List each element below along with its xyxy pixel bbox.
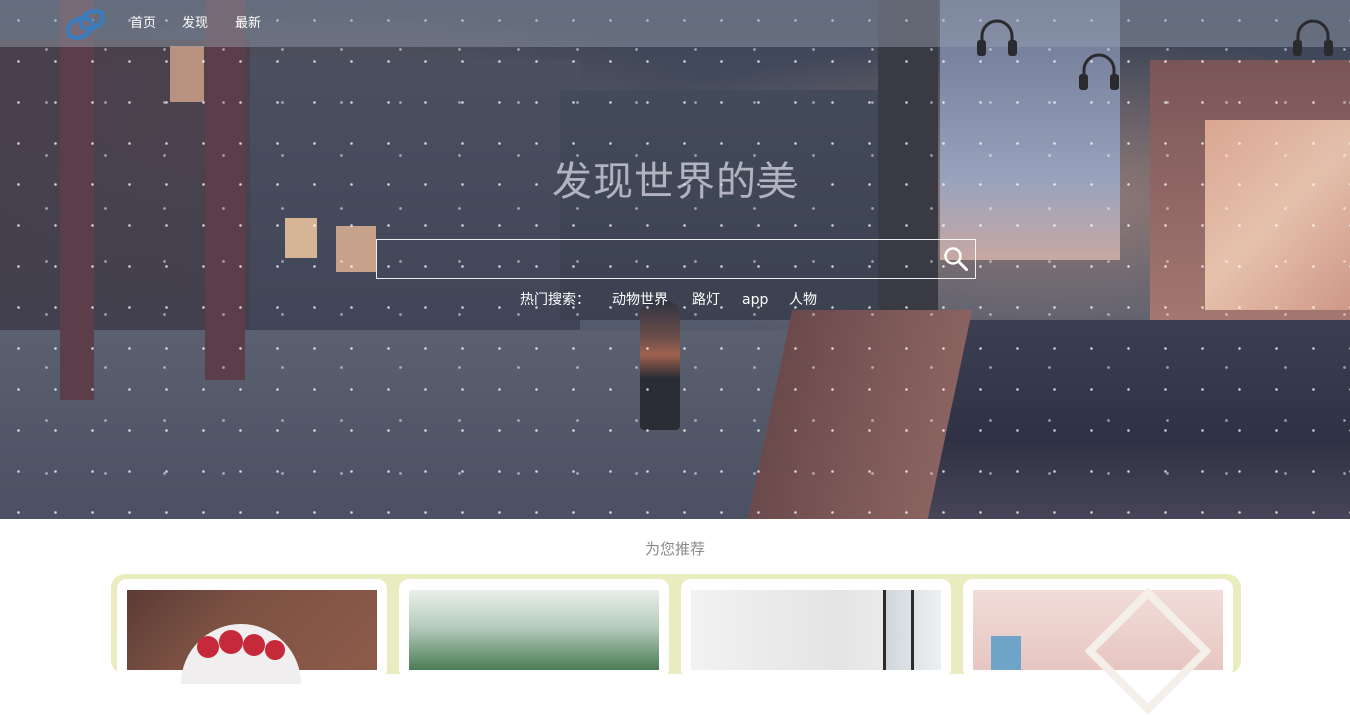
recommend-card[interactable] [681, 579, 951, 679]
berry-shape [265, 640, 285, 660]
search-input[interactable] [377, 240, 937, 278]
poster-shape [991, 636, 1021, 670]
hot-search-item[interactable]: 动物世界 [612, 290, 668, 310]
recommend-card-strip [111, 574, 1241, 715]
berry-shape [219, 630, 243, 654]
recommend-card[interactable] [399, 579, 669, 679]
recommend-section-title: 为您推荐 [644, 540, 705, 558]
berry-shape [243, 634, 265, 656]
nav-latest-link[interactable]: 最新 [235, 15, 261, 33]
raspberry-bowl-photo [127, 590, 377, 684]
hot-search-item[interactable]: 路灯 [692, 290, 720, 310]
recommend-card[interactable] [963, 579, 1233, 715]
white-room-window-photo [691, 590, 941, 670]
hero-title: 发现世界的美 [552, 159, 798, 205]
nav-home-link[interactable]: 首页 [130, 15, 156, 33]
hero-banner: 首页 发现 最新 发现世界的美 热门搜索： 动物世界 路灯 app 人物 [0, 0, 1350, 519]
headphones-icon [1079, 53, 1119, 90]
hot-search-label: 热门搜索： [520, 292, 590, 308]
search-icon[interactable] [943, 246, 969, 272]
hot-search-item[interactable]: app [742, 290, 768, 310]
berry-shape [197, 636, 219, 658]
frame-shape [1084, 587, 1212, 715]
recommend-card[interactable] [117, 579, 387, 684]
nav-discover-link[interactable]: 发现 [182, 15, 208, 33]
headphones-icon [1293, 19, 1333, 56]
search-box [376, 239, 976, 279]
logo-icon[interactable] [62, 6, 108, 42]
pink-wall-frame-photo [973, 587, 1223, 715]
headphones-icon [977, 19, 1017, 56]
green-plant-photo [409, 590, 659, 670]
hot-search-item[interactable]: 人物 [789, 290, 817, 310]
top-navbar: 首页 发现 最新 [0, 0, 1350, 47]
window-mullion [911, 590, 914, 670]
